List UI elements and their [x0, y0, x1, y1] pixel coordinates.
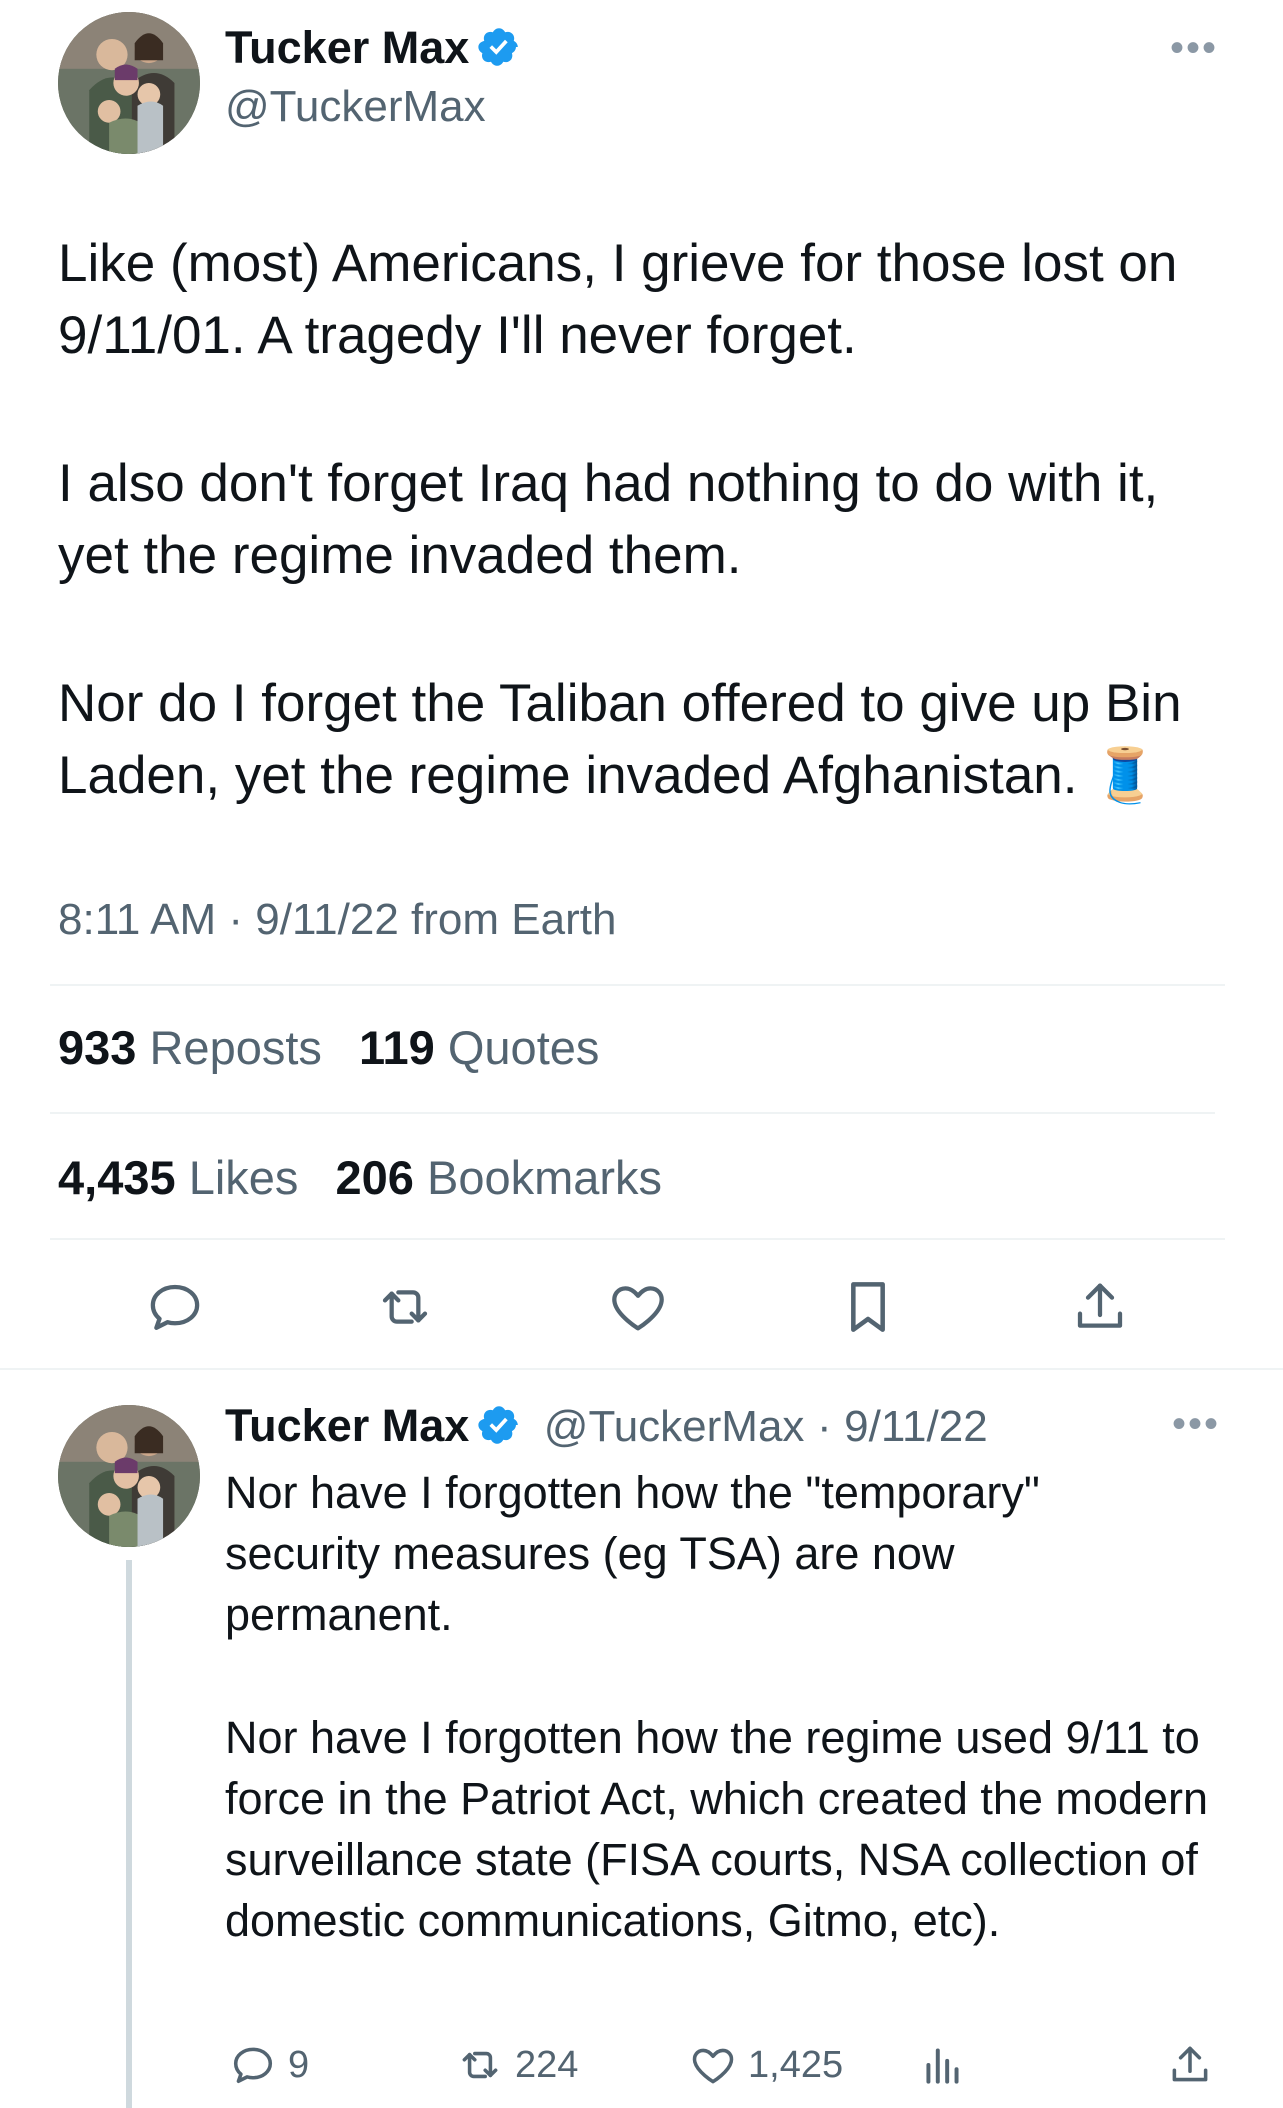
divider: [0, 1368, 1283, 1370]
reply-text-paragraph-1: Nor have I forgotten how the "temporary"…: [225, 1467, 1040, 1640]
reply-like-button[interactable]: 1,425: [688, 2040, 843, 2090]
bookmarks-stat[interactable]: 206 Bookmarks: [335, 1151, 686, 1204]
tweet-timestamp[interactable]: 8:11 AM · 9/11/22 from Earth: [58, 895, 616, 945]
reply-more-options-icon[interactable]: •••: [1172, 1402, 1220, 1447]
bookmarks-label: Bookmarks: [426, 1151, 663, 1204]
reply-repost-button[interactable]: 224: [455, 2040, 578, 2090]
reply-icon: [233, 2047, 273, 2084]
thread-emoji-icon: 🧵: [1092, 746, 1159, 805]
likes-stat[interactable]: 4,435 Likes: [58, 1151, 322, 1204]
reposts-stat[interactable]: 933 Reposts: [58, 1021, 346, 1074]
likes-count: 4,435: [58, 1151, 176, 1204]
thread-connector-line: [126, 1560, 132, 2108]
repost-icon[interactable]: [373, 1275, 437, 1339]
more-options-icon[interactable]: •••: [1170, 26, 1218, 71]
quotes-count: 119: [358, 1021, 435, 1074]
verified-badge-icon: [478, 28, 519, 66]
divider: [50, 1238, 1225, 1240]
stats-row-likes-bookmarks: 4,435 Likes 206 Bookmarks: [58, 1150, 686, 1205]
reply-date[interactable]: 9/11/22: [844, 1402, 988, 1451]
like-icon: [692, 2048, 734, 2084]
reply-views-button[interactable]: [918, 2040, 978, 2090]
bookmarks-count: 206: [335, 1151, 414, 1204]
tweet-text-paragraph-1: Like (most) Americans, I grieve for thos…: [58, 234, 1178, 365]
bookmark-icon[interactable]: [836, 1275, 900, 1339]
tweet-text-paragraph-3: Nor do I forget the Taliban offered to g…: [58, 668, 1238, 812]
author-avatar[interactable]: [58, 12, 200, 154]
reply-icon[interactable]: [143, 1275, 207, 1339]
avatar-photo: [58, 12, 200, 154]
avatar-photo: [58, 1405, 200, 1547]
reply-header: Tucker Max @TuckerMax · 9/11/22: [225, 1400, 988, 1452]
reply-author-name[interactable]: Tucker Max: [225, 1400, 469, 1451]
divider: [50, 1112, 1215, 1114]
tweet-text-paragraph-2: I also don't forget Iraq had nothing to …: [58, 454, 1159, 585]
reposts-count: 933: [58, 1021, 137, 1074]
reply-count: 9: [288, 2043, 310, 2086]
reposts-label: Reposts: [149, 1021, 322, 1074]
like-count: 1,425: [748, 2043, 844, 2086]
repost-count: 224: [515, 2043, 579, 2086]
repost-icon: [462, 2051, 498, 2079]
likes-label: Likes: [188, 1151, 299, 1204]
reply-separator: ·: [816, 1402, 832, 1451]
tweet-text-paragraph-3-text: Nor do I forget the Taliban offered to g…: [58, 674, 1182, 805]
reply-author-handle[interactable]: @TuckerMax: [544, 1402, 805, 1451]
like-icon[interactable]: [606, 1275, 670, 1339]
reply-author-avatar[interactable]: [58, 1405, 200, 1547]
reply-reply-button[interactable]: 9: [228, 2040, 309, 2090]
divider: [50, 984, 1225, 986]
reply-text-paragraph-2: Nor have I forgotten how the regime used…: [225, 1712, 1209, 1946]
reply-share-button[interactable]: [1165, 2040, 1225, 2090]
quotes-label: Quotes: [447, 1021, 600, 1074]
share-icon: [1172, 2046, 1208, 2082]
author-name-text[interactable]: Tucker Max: [225, 22, 469, 73]
author-name[interactable]: Tucker Max: [225, 22, 521, 74]
views-icon: [926, 2048, 959, 2084]
verified-badge-icon: [478, 1406, 519, 1444]
author-handle[interactable]: @TuckerMax: [225, 82, 486, 132]
quotes-stat[interactable]: 119 Quotes: [359, 1021, 623, 1074]
stats-row-reposts-quotes: 933 Reposts 119 Quotes: [58, 1020, 623, 1075]
share-icon[interactable]: [1068, 1275, 1132, 1339]
